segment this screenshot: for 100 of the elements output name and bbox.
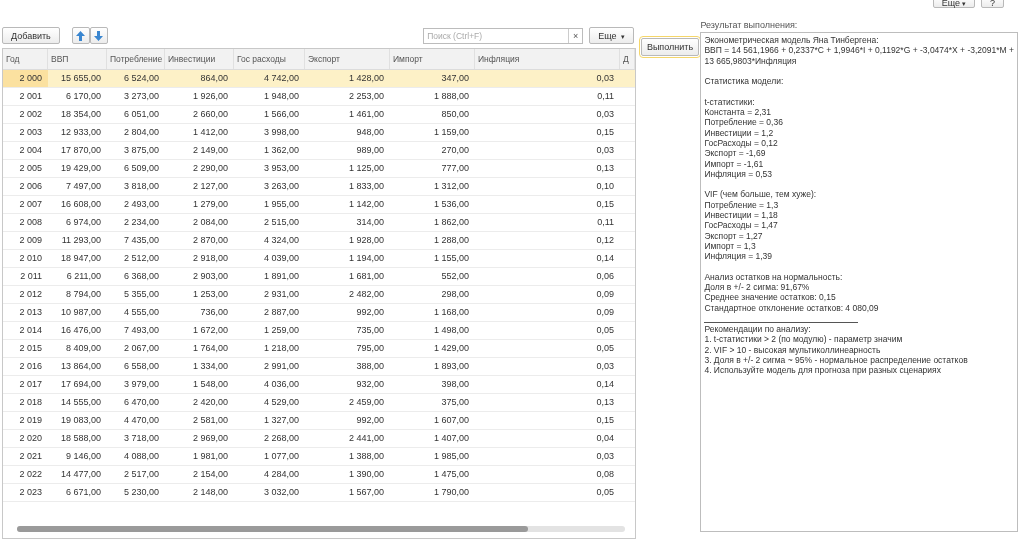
result-line: Импорт = 1,3	[704, 240, 757, 252]
table-row[interactable]: 2 002 18 354,00 6 051,00 2 660,00 1 566,00 1 461,00 850,00 0,03	[3, 106, 635, 124]
column-header[interactable]: Гос расходы	[234, 49, 305, 69]
table-cell-text: 5 355,00	[122, 288, 160, 301]
table-cell-text: 1 764,00	[191, 342, 229, 355]
table-row[interactable]: 2 004 17 870,00 3 875,00 2 149,00 1 362,00 989,00 270,00 0,03	[3, 142, 635, 160]
table-row[interactable]: 2 017 17 694,00 3 979,00 1 548,00 4 036,00 932,00 398,00 0,14	[3, 376, 635, 394]
horizontal-scrollbar[interactable]	[17, 526, 625, 532]
result-line: Потребление = 1,3	[704, 199, 780, 211]
column-header[interactable]: Импорт	[390, 49, 475, 69]
table-row[interactable]: 2 011 6 211,00 6 368,00 2 903,00 1 891,00 1 681,00 552,00 0,06	[3, 268, 635, 286]
table-cell-text: 2 002	[18, 108, 43, 121]
table-cell-text: 2 010	[18, 252, 43, 265]
add-button[interactable]: Добавить	[2, 27, 60, 44]
column-header[interactable]: Инфляция	[475, 49, 620, 69]
column-header[interactable]: ВВП	[48, 49, 107, 69]
table-cell-text: 850,00	[440, 108, 470, 121]
table-cell-text: 2 067,00	[122, 342, 160, 355]
table-cell-text: 1 194,00	[347, 252, 385, 265]
move-up-button[interactable]	[71, 27, 90, 44]
top-button[interactable]: ?	[981, 0, 1004, 8]
table-cell-text: 14 477,00	[59, 468, 102, 481]
table-cell-text: 1 390,00	[347, 468, 385, 481]
table-cell-text: 15 655,00	[59, 72, 102, 85]
column-header[interactable]: Потребление	[107, 49, 165, 69]
table-cell-text: 0,03	[595, 450, 615, 463]
table-cell-text: 932,00	[355, 378, 385, 391]
table-row[interactable]: 2 009 11 293,00 7 435,00 2 870,00 4 324,00 1 928,00 1 288,00 0,12	[3, 232, 635, 250]
table-row[interactable]: 2 013 10 987,00 4 555,00 736,00 2 887,00 992,00 1 168,00 0,09	[3, 304, 635, 322]
table-cell-text: 9 146,00	[64, 450, 102, 463]
table-cell-text: 375,00	[440, 396, 470, 409]
table-cell-text: 1 790,00	[432, 486, 470, 499]
table-cell-text: 2 148,00	[191, 486, 229, 499]
table-row[interactable]: 2 016 13 864,00 6 558,00 1 334,00 2 991,00 388,00 1 893,00 0,03	[3, 358, 635, 376]
table-cell-text: 18 588,00	[59, 432, 102, 445]
table-cell-text: 2 420,00	[191, 396, 229, 409]
table-cell-text: 1 259,00	[262, 324, 300, 337]
table-cell-text: 1 498,00	[432, 324, 470, 337]
table-cell-text: 948,00	[355, 126, 385, 139]
table-row[interactable]: 2 019 19 083,00 4 470,00 2 581,00 1 327,00 992,00 1 607,00 0,15	[3, 412, 635, 430]
table-row[interactable]: 2 000 15 655,00 6 524,00 864,00 4 742,00 1 428,00 347,00 0,03	[3, 70, 635, 88]
table-cell-text: 11 293,00	[60, 234, 102, 247]
table-row[interactable]: 2 023 6 671,00 5 230,00 2 148,00 3 032,00 1 567,00 1 790,00 0,05	[3, 484, 635, 502]
table-cell-text: 6 558,00	[122, 360, 160, 373]
table-cell-text: 0,05	[595, 342, 615, 355]
table-row[interactable]: 2 015 8 409,00 2 067,00 1 764,00 1 218,00 795,00 1 429,00 0,05	[3, 340, 635, 358]
table-cell-text: 0,08	[595, 468, 615, 481]
table-cell-text: 6 524,00	[122, 72, 160, 85]
table-cell-text: 7 435,00	[122, 234, 160, 247]
move-down-button[interactable]	[89, 27, 108, 44]
result-line: ГосРасходы = 1,47	[704, 220, 779, 231]
result-text-area[interactable]	[700, 32, 1018, 532]
table-cell-text: 2 459,00	[347, 396, 385, 409]
table-row[interactable]: 2 020 18 588,00 3 718,00 2 969,00 2 268,00 2 441,00 1 407,00 0,04	[3, 430, 635, 448]
table-cell-text: 0,05	[595, 486, 615, 499]
table-cell-text: 0,04	[595, 432, 615, 445]
table-row[interactable]: 2 003 12 933,00 2 804,00 1 412,00 3 998,00 948,00 1 159,00 0,15	[3, 124, 635, 142]
table-cell-text: 0,06	[595, 270, 615, 283]
table-cell-text: 2 918,00	[191, 252, 229, 265]
table-row[interactable]: 2 008 6 974,00 2 234,00 2 084,00 2 515,00 314,00 1 862,00 0,11	[3, 214, 635, 232]
result-line: Инфляция = 1,39	[704, 251, 774, 262]
run-button[interactable]: Выполнить	[641, 38, 699, 56]
table-cell-text: 0,09	[595, 288, 615, 301]
table-row[interactable]: 2 021 9 146,00 4 088,00 1 981,00 1 077,00 1 388,00 1 985,00 0,03	[3, 448, 635, 466]
table-cell-text: 3 263,00	[262, 180, 300, 193]
result-line: 2. VIF > 10 - высокая мультиколлинеарность	[704, 344, 882, 355]
column-header[interactable]: Год	[3, 49, 48, 69]
table-row[interactable]: 2 005 19 429,00 6 509,00 2 290,00 3 953,00 1 125,00 777,00 0,13	[3, 160, 635, 178]
table-cell-text: 6 470,00	[122, 396, 160, 409]
table-cell-text: 1 672,00	[191, 324, 229, 337]
table-cell-text: 1 312,00	[432, 180, 470, 193]
result-line: Стандартное отклонение остатков: 4 080,09	[704, 302, 880, 313]
table-cell-text: 1 566,00	[262, 108, 300, 121]
table-cell-text: 864,00	[199, 72, 229, 85]
search-field[interactable]: Поиск (Ctrl+F) ×	[423, 27, 584, 44]
table-row[interactable]: 2 006 7 497,00 3 818,00 2 127,00 3 263,00 1 833,00 1 312,00 0,10	[3, 178, 635, 196]
table-cell-text: 735,00	[355, 324, 385, 337]
table-cell-text: 16 608,00	[59, 198, 102, 211]
result-line: 13 665,9803*Инфляция	[704, 55, 798, 66]
table-row[interactable]: 2 014 16 476,00 7 493,00 1 672,00 1 259,00 735,00 1 498,00 0,05	[3, 322, 635, 340]
table-row[interactable]: 2 010 18 947,00 2 512,00 2 918,00 4 039,00 1 194,00 1 155,00 0,14	[3, 250, 635, 268]
table-row[interactable]: 2 007 16 608,00 2 493,00 1 279,00 1 955,00 1 142,00 1 536,00 0,15	[3, 196, 635, 214]
table-row[interactable]: 2 012 8 794,00 5 355,00 1 253,00 2 931,00 2 482,00 298,00 0,09	[3, 286, 635, 304]
table-cell-text: 1 888,00	[432, 90, 470, 103]
column-header[interactable]: Экспорт	[305, 49, 390, 69]
table-cell-text: 4 470,00	[122, 414, 160, 427]
result-line: Потребление = 0,36	[704, 117, 784, 128]
table-cell-text: 0,03	[595, 72, 615, 85]
table-cell-text: 552,00	[440, 270, 470, 283]
column-header[interactable]: Инвестиции	[165, 49, 234, 69]
column-header[interactable]: Д	[620, 49, 635, 69]
table-cell-text: 0,15	[595, 414, 615, 427]
table-cell-text: 14 555,00	[59, 396, 102, 409]
table-cell-text: 1 893,00	[432, 360, 470, 373]
table-cell-text: 2 268,00	[262, 432, 300, 445]
table-row[interactable]: 2 001 6 170,00 3 273,00 1 926,00 1 948,00 2 253,00 1 888,00 0,11	[3, 88, 635, 106]
table-cell-text: 4 039,00	[262, 252, 300, 265]
table-row[interactable]: 2 022 14 477,00 2 517,00 2 154,00 4 284,00 1 390,00 1 475,00 0,08	[3, 466, 635, 484]
table-row[interactable]: 2 018 14 555,00 6 470,00 2 420,00 4 529,00 2 459,00 375,00 0,13	[3, 394, 635, 412]
table-cell-text: 2 019	[18, 414, 43, 427]
